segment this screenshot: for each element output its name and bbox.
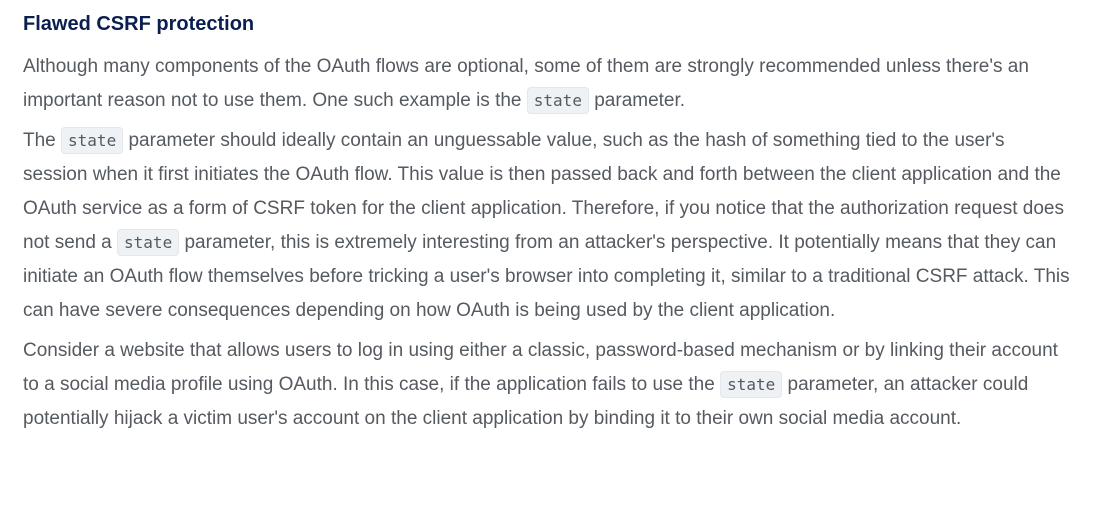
inline-code-state: state	[720, 371, 783, 398]
paragraph-intro: Although many components of the OAuth fl…	[23, 50, 1072, 118]
inline-code-state: state	[117, 229, 180, 256]
paragraph-text: The	[23, 130, 62, 151]
inline-code-state: state	[526, 87, 589, 114]
paragraph-text: Although many components of the OAuth fl…	[23, 56, 1029, 111]
paragraph-text: parameter.	[588, 90, 686, 111]
article-section: Flawed CSRF protection Although many com…	[0, 0, 1095, 436]
inline-code-state: state	[61, 127, 124, 154]
paragraph-state-explanation: The state parameter should ideally conta…	[23, 124, 1072, 328]
section-heading: Flawed CSRF protection	[23, 13, 255, 35]
paragraph-example: Consider a website that allows users to …	[23, 334, 1072, 436]
paragraph-text: parameter, this is extremely interesting…	[23, 232, 1070, 321]
